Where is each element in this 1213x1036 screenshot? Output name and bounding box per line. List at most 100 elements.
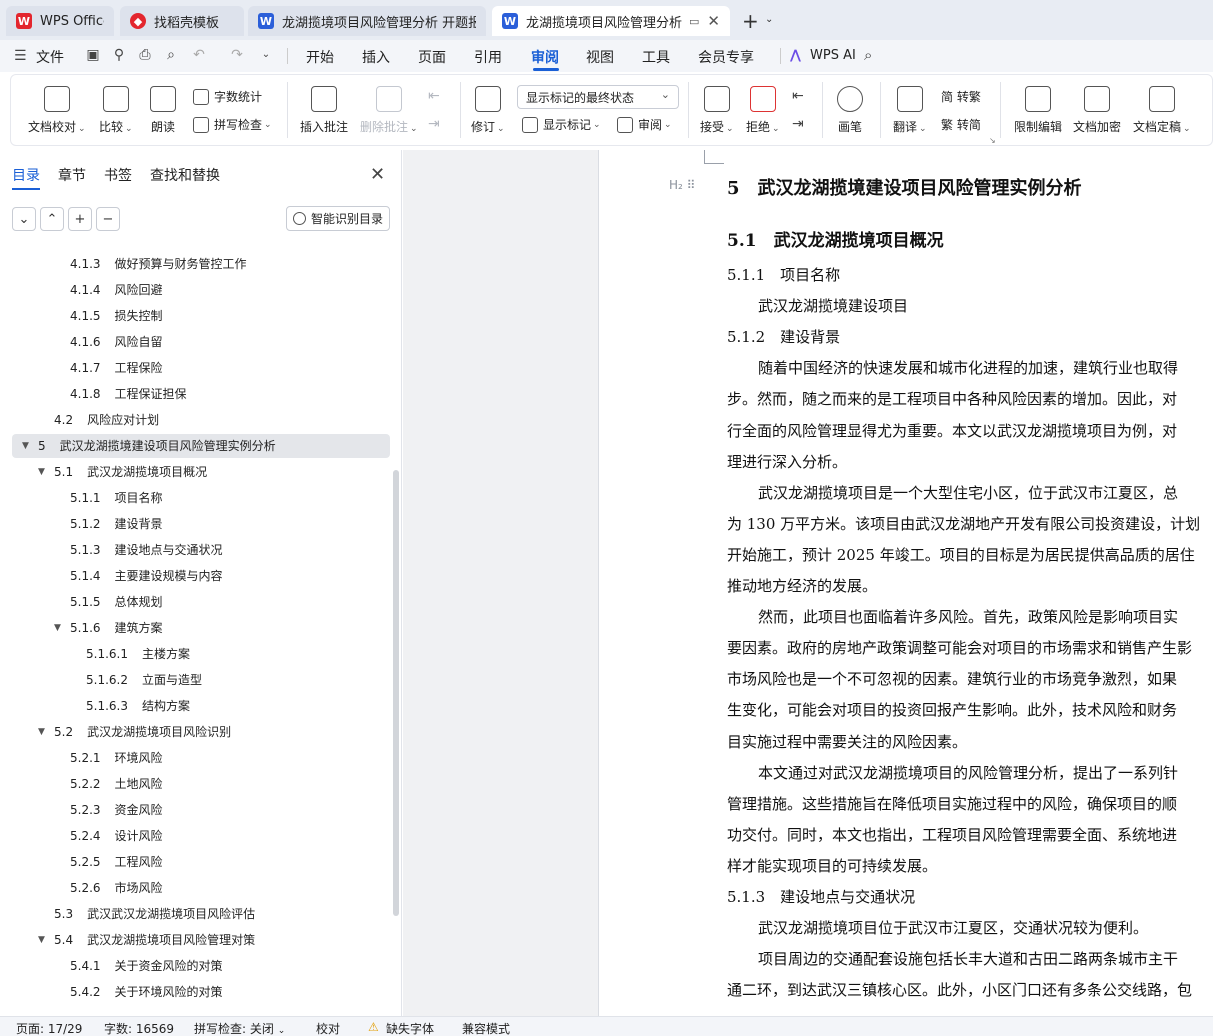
expand-triangle-icon[interactable]: ▼ (38, 721, 45, 743)
share-icon[interactable]: ⚲ (110, 46, 128, 64)
chevron-down-icon[interactable]: ⌄ (765, 14, 773, 25)
close-pane-icon[interactable]: ✕ (370, 164, 385, 185)
expand-triangle-icon[interactable]: ▼ (38, 461, 45, 483)
accept-button[interactable]: 接受 ⌄ (700, 86, 734, 135)
tab-wps-office[interactable]: W WPS Office (6, 6, 114, 36)
expand-down-button[interactable]: ⌄ (12, 207, 36, 231)
toc-scrollbar[interactable] (393, 470, 399, 916)
toc-item[interactable]: ▼ 5 武汉龙湖揽境建设项目风险管理实例分析 (22, 435, 276, 457)
toc-item[interactable]: 4.1.6 风险自留 (70, 331, 163, 353)
toc-item[interactable]: 5.2.3 资金风险 (70, 799, 163, 821)
toc-item[interactable]: 5.4.1 关于资金风险的对策 (70, 955, 223, 977)
expand-triangle-icon[interactable]: ▼ (22, 435, 29, 457)
spell-check-status[interactable]: 拼写检查: 关闭 ⌄ (194, 1020, 285, 1036)
toc-item[interactable]: ▼ 5.1.6 建筑方案 (54, 617, 163, 639)
page-indicator[interactable]: 页面: 17/29 (16, 1020, 82, 1036)
menu-tools[interactable]: 工具 (642, 47, 670, 67)
toc-item[interactable]: ▼ 5.4 武汉龙湖揽境项目风险管理对策 (38, 929, 255, 951)
restrict-edit-button[interactable]: 限制编辑 (1014, 86, 1062, 135)
toc-item[interactable]: 5.1.2 建设背景 (70, 513, 163, 535)
tab-thesis-doc[interactable]: W 龙湖揽境项目风险管理分析 毕 ▭ ✕ (492, 6, 730, 36)
to-traditional-button[interactable]: 简 转繁 (941, 88, 981, 105)
next-change-icon[interactable]: ⇥ (792, 116, 804, 132)
monitor-icon[interactable]: ▭ (689, 15, 699, 28)
toc-item[interactable]: 5.1.3 建设地点与交通状况 (70, 539, 223, 561)
translate-button[interactable]: 翻译 ⌄ (893, 86, 927, 135)
track-changes-button[interactable]: 修订 ⌄ (471, 86, 505, 135)
menu-view[interactable]: 视图 (586, 47, 614, 67)
tab-proposal-doc[interactable]: W 龙湖揽境项目风险管理分析 开题报告 (248, 6, 486, 36)
to-simplified-button[interactable]: 繁 转简 (941, 116, 981, 133)
markup-mode-select[interactable]: 显示标记的最终状态 ⌄ (517, 85, 679, 109)
proof-status[interactable]: 校对 (316, 1020, 340, 1036)
toc-item[interactable]: 4.2 风险应对计划 (54, 409, 159, 431)
print-icon[interactable]: ⎙ (136, 46, 154, 64)
pen-button[interactable]: 画笔 (837, 86, 863, 135)
compare-button[interactable]: 比较 ⌄ (99, 86, 133, 135)
word-count-status[interactable]: 字数: 16569 (104, 1020, 174, 1036)
toc-item[interactable]: 5.2.1 环境风险 (70, 747, 163, 769)
toc-item[interactable]: 5.2.5 工程风险 (70, 851, 163, 873)
review-pane-button[interactable]: 审阅 ⌄ (617, 116, 672, 133)
collapse-up-button[interactable]: ⌃ (40, 207, 64, 231)
read-aloud-button[interactable]: 朗读 (150, 86, 176, 135)
encrypt-button[interactable]: 文档加密 (1073, 86, 1121, 135)
next-comment-icon[interactable]: ⇥ (428, 116, 440, 132)
smart-toc-button[interactable]: 智能识别目录 (286, 206, 390, 231)
toc-item[interactable]: 4.1.3 做好预算与财务管控工作 (70, 253, 247, 275)
remove-heading-button[interactable]: − (96, 207, 120, 231)
menu-page[interactable]: 页面 (418, 47, 446, 67)
toc-item[interactable]: 5.2.4 设计风险 (70, 825, 163, 847)
nav-tab-toc[interactable]: 目录 (12, 165, 40, 185)
document-page[interactable]: H₂ ⠿ 5 武汉龙湖揽境建设项目风险管理实例分析 5.1 武汉龙湖揽境项目概况 5… (598, 150, 1213, 1016)
toc-item[interactable]: 4.1.4 风险回避 (70, 279, 163, 301)
expand-triangle-icon[interactable]: ▼ (54, 617, 61, 639)
menu-review[interactable]: 审阅 (531, 47, 559, 67)
toc-item[interactable]: 5.4.2 关于环境风险的对策 (70, 981, 223, 1003)
search-icon[interactable]: ⌕ (864, 46, 872, 64)
toc-item[interactable]: 5.2.2 土地风险 (70, 773, 163, 795)
toc-item[interactable]: 5.1.6.3 结构方案 (86, 695, 190, 717)
toc-item[interactable]: 4.1.8 工程保证担保 (70, 383, 187, 405)
reject-button[interactable]: 拒绝 ⌄ (746, 86, 780, 135)
menu-home[interactable]: 开始 (306, 47, 334, 67)
toc-item[interactable]: 5.1.6.2 立面与造型 (86, 669, 202, 691)
nav-tab-chapters[interactable]: 章节 (58, 165, 86, 185)
toc-item[interactable]: 5.1.4 主要建设规模与内容 (70, 565, 223, 587)
hamburger-menu-icon[interactable]: ☰ (14, 48, 27, 64)
toc-item[interactable]: 4.1.7 工程保险 (70, 357, 163, 379)
save-icon[interactable]: ▣ (84, 46, 102, 64)
redo-icon[interactable]: ↷ (228, 46, 246, 64)
wps-ai-button[interactable]: WPS AI (810, 48, 856, 63)
menu-insert[interactable]: 插入 (362, 47, 390, 67)
toc-item[interactable]: 5.1.1 项目名称 (70, 487, 163, 509)
word-count-button[interactable]: 字数统计 (193, 88, 262, 105)
heading-handle-icon[interactable]: H₂ ⠿ (669, 178, 695, 192)
dialog-launcher-icon[interactable]: ↘ (989, 136, 996, 145)
finalize-button[interactable]: 文档定稿 ⌄ (1133, 86, 1191, 135)
toc-item[interactable]: 5.2.6 市场风险 (70, 877, 163, 899)
print-preview-icon[interactable]: ⌕ (162, 46, 180, 64)
toc-item[interactable]: ▼ 5.1 武汉龙湖揽境项目概况 (38, 461, 207, 483)
delete-comment-button[interactable]: 删除批注 ⌄ (360, 86, 418, 135)
undo-icon[interactable]: ↶ (190, 46, 208, 64)
menu-file[interactable]: 文件 (36, 47, 64, 67)
toc-item[interactable]: 5.1.5 总体规划 (70, 591, 163, 613)
show-markup-button[interactable]: 显示标记 ⌄ (522, 116, 601, 133)
more-chevron-icon[interactable]: ⌄ (257, 46, 275, 64)
spell-check-button[interactable]: 拼写检查 ⌄ (193, 116, 272, 133)
tab-docer-templates[interactable]: ◆ 找稻壳模板 (120, 6, 244, 36)
nav-tab-bookmarks[interactable]: 书签 (104, 165, 132, 185)
expand-triangle-icon[interactable]: ▼ (38, 929, 45, 951)
menu-member[interactable]: 会员专享 (698, 47, 754, 67)
toc-item[interactable]: 5.1.6.1 主楼方案 (86, 643, 190, 665)
doc-check-button[interactable]: 文档校对 ⌄ (28, 86, 86, 135)
close-tab-icon[interactable]: ✕ (707, 12, 720, 30)
nav-tab-find-replace[interactable]: 查找和替换 (150, 165, 220, 185)
add-heading-button[interactable]: + (68, 207, 92, 231)
missing-font-status[interactable]: 缺失字体 (386, 1020, 434, 1036)
new-tab-icon[interactable]: + (742, 9, 759, 33)
previous-comment-icon[interactable]: ⇤ (428, 88, 440, 104)
insert-comment-button[interactable]: 插入批注 (300, 86, 348, 135)
toc-item[interactable]: ▼ 5.2 武汉龙湖揽境项目风险识别 (38, 721, 231, 743)
